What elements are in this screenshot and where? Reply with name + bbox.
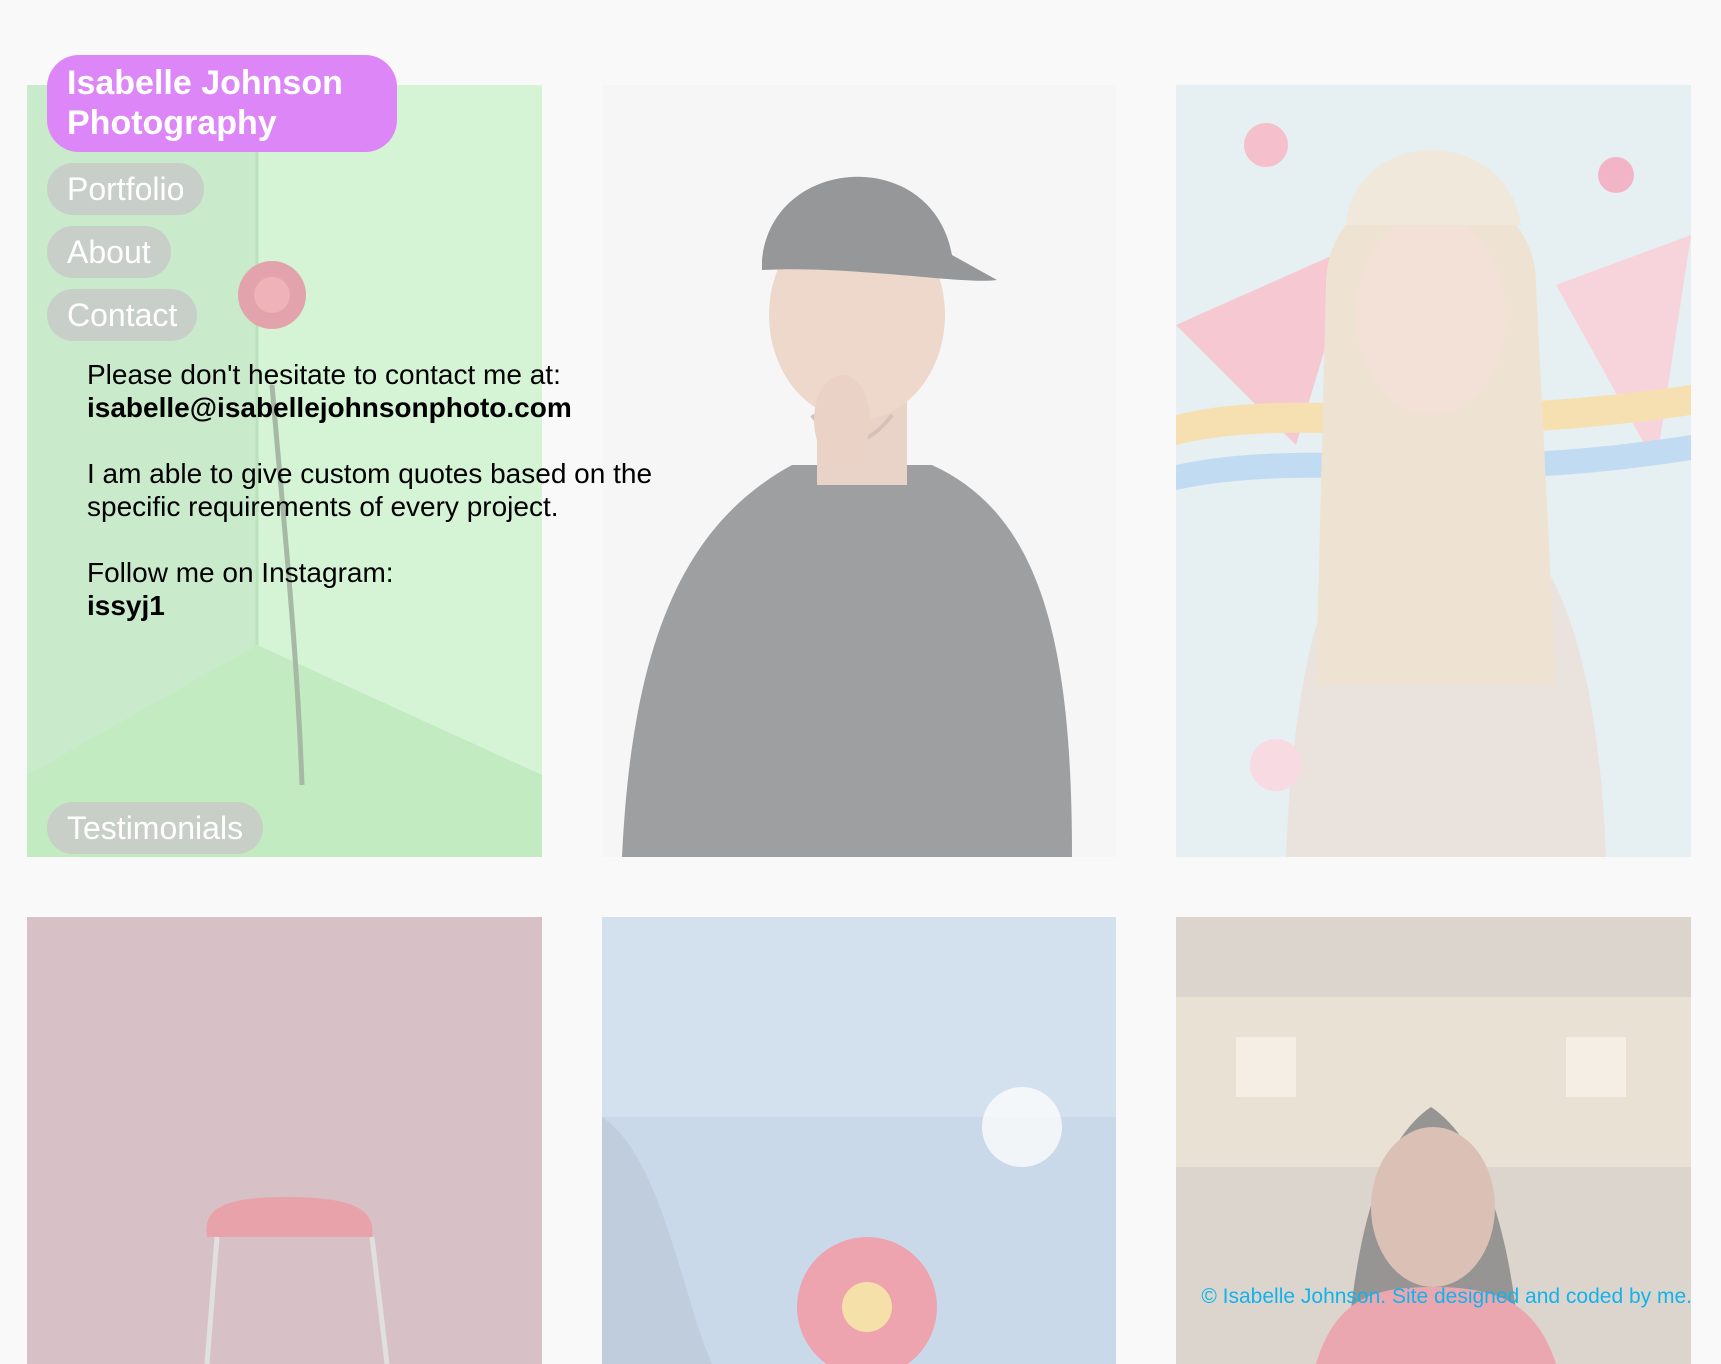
gallery-photo-red-chair[interactable] <box>27 917 542 1364</box>
footer-copyright: © Isabelle Johnson. Site designed and co… <box>1201 1285 1692 1308</box>
contact-quotes-text: I am able to give custom quotes based on… <box>87 458 653 522</box>
instagram-label: Follow me on Instagram: <box>87 557 394 588</box>
instagram-handle-link[interactable]: issyj1 <box>87 590 165 621</box>
nav-portfolio-link[interactable]: Portfolio <box>47 163 205 215</box>
gallery-photo-woman-illustration[interactable] <box>1176 85 1691 857</box>
gallery-photo-flower-sky[interactable] <box>602 917 1116 1364</box>
contact-panel: Please don't hesitate to contact me at: … <box>87 358 727 622</box>
nav-about-link[interactable]: About <box>47 226 171 278</box>
site-brand-logo[interactable]: Isabelle Johnson Photography <box>47 55 397 152</box>
contact-email-link[interactable]: isabelle@isabellejohnsonphoto.com <box>87 392 572 423</box>
nav-testimonials-link[interactable]: Testimonials <box>47 802 264 854</box>
nav-contact-link[interactable]: Contact <box>47 289 198 341</box>
contact-intro: Please don't hesitate to contact me at: <box>87 359 561 390</box>
